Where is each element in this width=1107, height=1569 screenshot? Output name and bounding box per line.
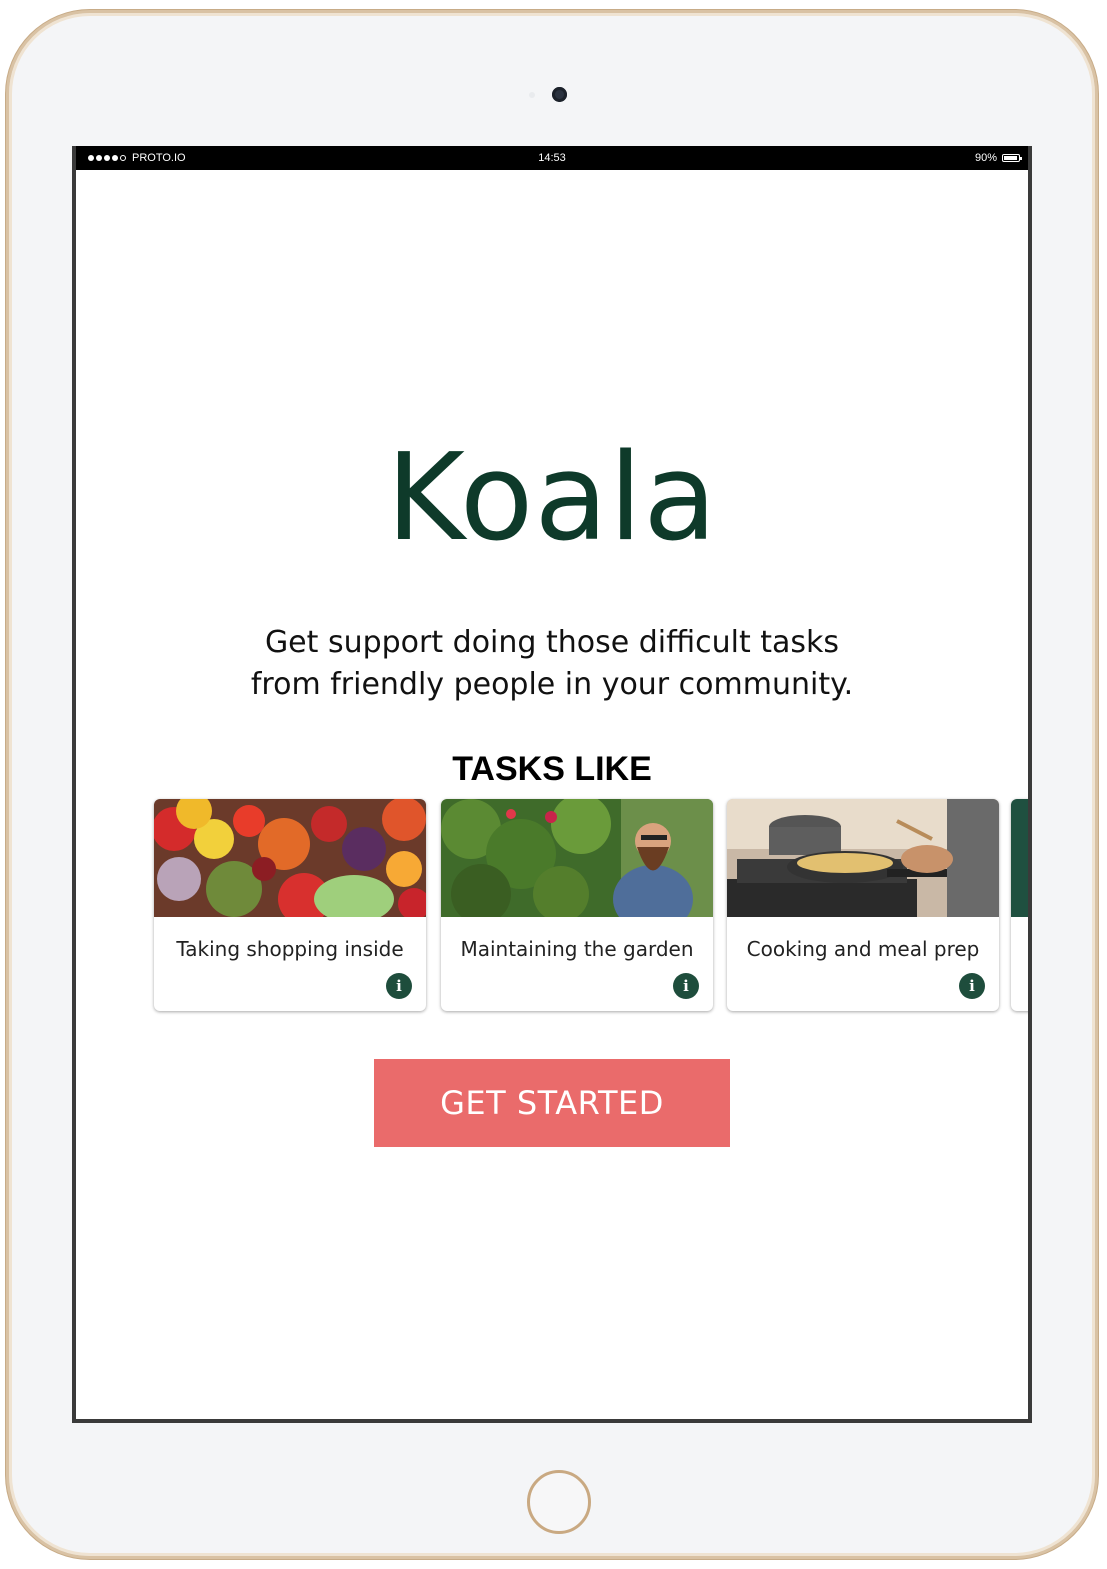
battery-icon — [1002, 154, 1022, 162]
tagline-line-1: Get support doing those difficult tasks — [264, 625, 840, 660]
gardener-photo — [441, 799, 713, 917]
screen: PROTO.IO 14:53 90% Koala Get support doi… — [72, 146, 1032, 1423]
task-card-shopping[interactable]: Taking shopping inside i — [154, 799, 426, 1011]
tasks-heading: TASKS LIKE — [452, 750, 652, 788]
status-bar: PROTO.IO 14:53 90% — [76, 146, 1028, 170]
task-card-image — [1011, 799, 1028, 917]
battery-status: 90% — [974, 152, 1022, 164]
task-card-cooking[interactable]: Cooking and meal prep i — [727, 799, 999, 1011]
front-camera-icon — [552, 87, 567, 102]
tasks-carousel[interactable]: Taking shopping inside i Maintaining the… — [154, 799, 1028, 1013]
proximity-sensor — [529, 92, 535, 98]
info-icon[interactable]: i — [386, 973, 412, 999]
tagline-line-2: from friendly people in your community. — [250, 667, 854, 702]
task-card-partial[interactable] — [1011, 799, 1028, 1011]
task-card-label: Cooking and meal prep — [746, 937, 980, 961]
get-started-button[interactable]: GET STARTED — [374, 1059, 730, 1147]
battery-percent: 90% — [974, 152, 997, 164]
task-card-garden[interactable]: Maintaining the garden i — [441, 799, 713, 1011]
fresh-produce-photo — [154, 799, 426, 917]
cooking-photo — [727, 799, 999, 917]
task-card-label: Maintaining the garden — [460, 937, 694, 961]
info-icon[interactable]: i — [673, 973, 699, 999]
app-title: Koala — [386, 429, 718, 568]
status-time: 14:53 — [538, 152, 566, 164]
task-card-label: Taking shopping inside — [176, 937, 404, 961]
home-button[interactable] — [527, 1470, 591, 1534]
info-icon[interactable]: i — [959, 973, 985, 999]
tagline: Get support doing those difficult tasks … — [76, 622, 1028, 706]
